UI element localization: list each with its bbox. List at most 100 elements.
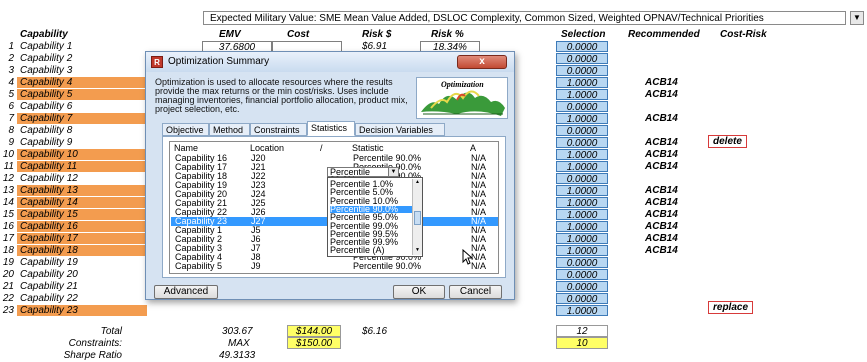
capability-name[interactable]: Capability 23	[17, 305, 147, 316]
tab-objective[interactable]: Objective	[162, 123, 209, 136]
row-location: J9	[251, 261, 261, 271]
header-recommended: Recommended	[628, 29, 700, 40]
capability-name[interactable]: Capability 7	[17, 113, 147, 124]
capability-name[interactable]: Capability 9	[17, 137, 147, 148]
capability-name[interactable]: Capability 6	[17, 101, 147, 112]
capability-name[interactable]: Capability 11	[17, 161, 147, 172]
row-number: 19	[2, 257, 14, 268]
capability-name[interactable]: Capability 3	[17, 65, 147, 76]
col-sort-indicator: /	[320, 143, 323, 153]
capability-name[interactable]: Capability 8	[17, 125, 147, 136]
capability-name[interactable]: Capability 10	[17, 149, 147, 160]
selection-cell[interactable]: 1.0000	[556, 221, 608, 233]
row-number: 7	[8, 113, 14, 124]
row-number: 3	[8, 65, 14, 76]
selection-cell[interactable]: 1.0000	[556, 233, 608, 245]
selection-cell[interactable]: 1.0000	[556, 185, 608, 197]
scroll-thumb[interactable]	[414, 211, 421, 225]
row-number: 2	[8, 53, 14, 64]
capability-name[interactable]: Capability 15	[17, 209, 147, 220]
total-emv: 303.67	[222, 326, 253, 337]
close-button[interactable]: x	[457, 55, 507, 69]
recommended-value: ACB14	[645, 185, 678, 196]
selection-cell[interactable]: 1.0000	[556, 89, 608, 101]
objective-select[interactable]: Expected Military Value: SME Mean Value …	[203, 11, 846, 25]
tab-statistics[interactable]: Statistics	[307, 121, 355, 136]
selection-cell[interactable]: 0.0000	[556, 173, 608, 185]
banner-label: Optimization	[441, 80, 484, 89]
recommended-value: ACB14	[645, 245, 678, 256]
dropdown-scrollbar[interactable]: ▲ ▼	[412, 179, 422, 255]
selection-cell[interactable]: 1.0000	[556, 149, 608, 161]
col-location[interactable]: Location	[250, 143, 284, 153]
statistics-row[interactable]: Capability 5 J9 Percentile 90.0% N/A	[171, 262, 498, 271]
row-number: 11	[3, 161, 14, 172]
chevron-down-icon[interactable]: ▼	[388, 167, 399, 177]
selection-cell[interactable]: 1.0000	[556, 305, 608, 317]
selection-cell[interactable]: 1.0000	[556, 209, 608, 221]
selection-cell[interactable]: 1.0000	[556, 113, 608, 125]
dropdown-option[interactable]: Percentile (A)	[330, 246, 412, 255]
recommended-value: ACB14	[645, 209, 678, 220]
capability-name[interactable]: Capability 4	[17, 77, 147, 88]
sharpe-value: 49.3133	[219, 350, 256, 361]
row-name: Capability 5	[175, 261, 223, 271]
capability-name[interactable]: Capability 20	[17, 269, 147, 280]
delete-button[interactable]: delete	[708, 135, 747, 148]
capability-name[interactable]: Capability 1	[17, 41, 147, 52]
capability-name[interactable]: Capability 14	[17, 197, 147, 208]
capability-name[interactable]: Capability 16	[17, 221, 147, 232]
row-number: 13	[2, 185, 14, 196]
capability-name[interactable]: Capability 2	[17, 53, 147, 64]
col-a[interactable]: A	[470, 143, 476, 153]
advanced-button[interactable]: Advanced	[154, 285, 218, 299]
replace-button[interactable]: replace	[708, 301, 754, 314]
constraints-cost[interactable]: $150.00	[287, 337, 341, 349]
tab-decision-variables[interactable]: Decision Variables	[355, 123, 445, 136]
header-capability: Capability	[20, 29, 68, 40]
recommended-value: ACB14	[645, 221, 678, 232]
header-risk-dollar: Risk $	[362, 29, 392, 40]
capability-name[interactable]: Capability 17	[17, 233, 147, 244]
optimization-banner: Optimization	[416, 77, 508, 119]
row-number: 9	[8, 137, 14, 148]
row-number: 17	[2, 233, 14, 244]
selection-cell[interactable]: 0.0000	[556, 125, 608, 137]
statistic-dropdown[interactable]: Percentile 1.0% Percentile 5.0% Percentile…	[327, 177, 423, 257]
capability-name[interactable]: Capability 18	[17, 245, 147, 256]
selection-cell[interactable]: 0.0000	[556, 65, 608, 77]
col-statistic[interactable]: Statistic	[352, 143, 384, 153]
capability-name[interactable]: Capability 19	[17, 257, 147, 268]
chevron-down-icon[interactable]: ▼	[850, 11, 864, 25]
selection-cell[interactable]: 0.0000	[556, 41, 608, 53]
tab-constraints[interactable]: Constraints	[250, 123, 307, 136]
selection-cell[interactable]: 0.0000	[556, 53, 608, 65]
dialog-titlebar[interactable]: R Optimization Summary x	[146, 52, 514, 72]
selection-cell[interactable]: 0.0000	[556, 137, 608, 149]
selection-cell[interactable]: 0.0000	[556, 269, 608, 281]
selection-cell[interactable]: 0.0000	[556, 257, 608, 269]
selection-cell[interactable]: 0.0000	[556, 101, 608, 113]
constraints-selection[interactable]: 10	[556, 337, 608, 349]
recommended-value: ACB14	[645, 161, 678, 172]
selection-cell[interactable]: 1.0000	[556, 161, 608, 173]
recommended-value: ACB14	[645, 77, 678, 88]
col-name[interactable]: Name	[174, 143, 198, 153]
ok-button[interactable]: OK	[393, 285, 445, 299]
tab-method[interactable]: Method	[209, 123, 250, 136]
capability-name[interactable]: Capability 13	[17, 185, 147, 196]
capability-name[interactable]: Capability 21	[17, 281, 147, 292]
selection-cell[interactable]: 0.0000	[556, 281, 608, 293]
capability-name[interactable]: Capability 22	[17, 293, 147, 304]
cancel-button[interactable]: Cancel	[449, 285, 502, 299]
selection-cell[interactable]: 1.0000	[556, 77, 608, 89]
selection-cell[interactable]: 0.0000	[556, 293, 608, 305]
chevron-down-icon[interactable]: ▼	[414, 247, 421, 254]
total-cost: $144.00	[287, 325, 341, 337]
chevron-up-icon[interactable]: ▲	[414, 179, 421, 186]
selection-cell[interactable]: 1.0000	[556, 197, 608, 209]
capability-name[interactable]: Capability 12	[17, 173, 147, 184]
selection-cell[interactable]: 1.0000	[556, 245, 608, 257]
capability-name[interactable]: Capability 5	[17, 89, 147, 100]
header-risk-pct: Risk %	[431, 29, 464, 40]
